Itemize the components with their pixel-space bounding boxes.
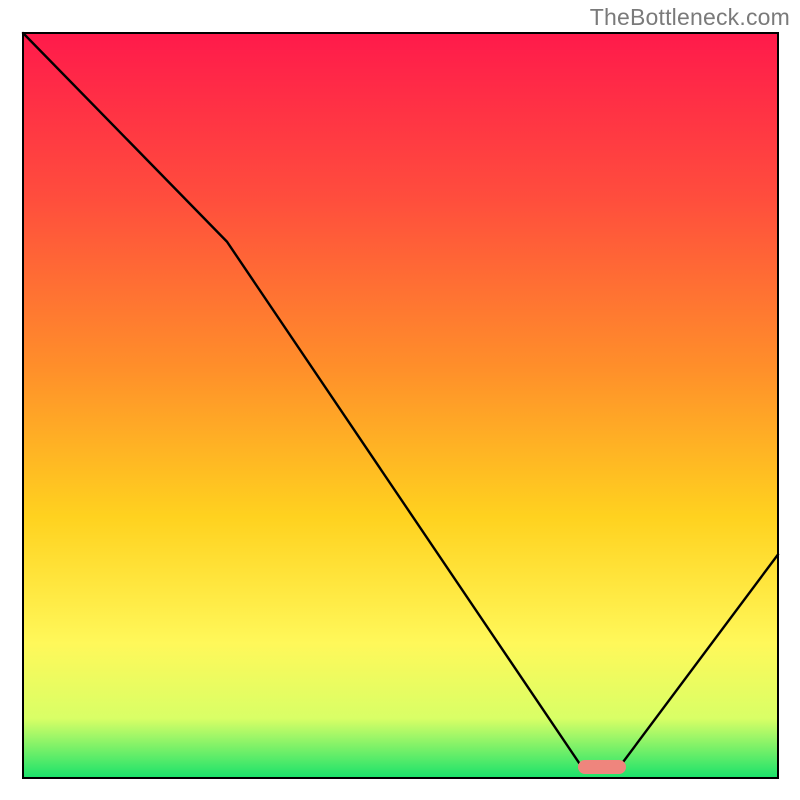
- chart-svg: [0, 0, 800, 800]
- optimal-marker: [578, 760, 626, 774]
- watermark-label: TheBottleneck.com: [590, 4, 790, 31]
- plot-area: [23, 33, 778, 778]
- chart-stage: TheBottleneck.com: [0, 0, 800, 800]
